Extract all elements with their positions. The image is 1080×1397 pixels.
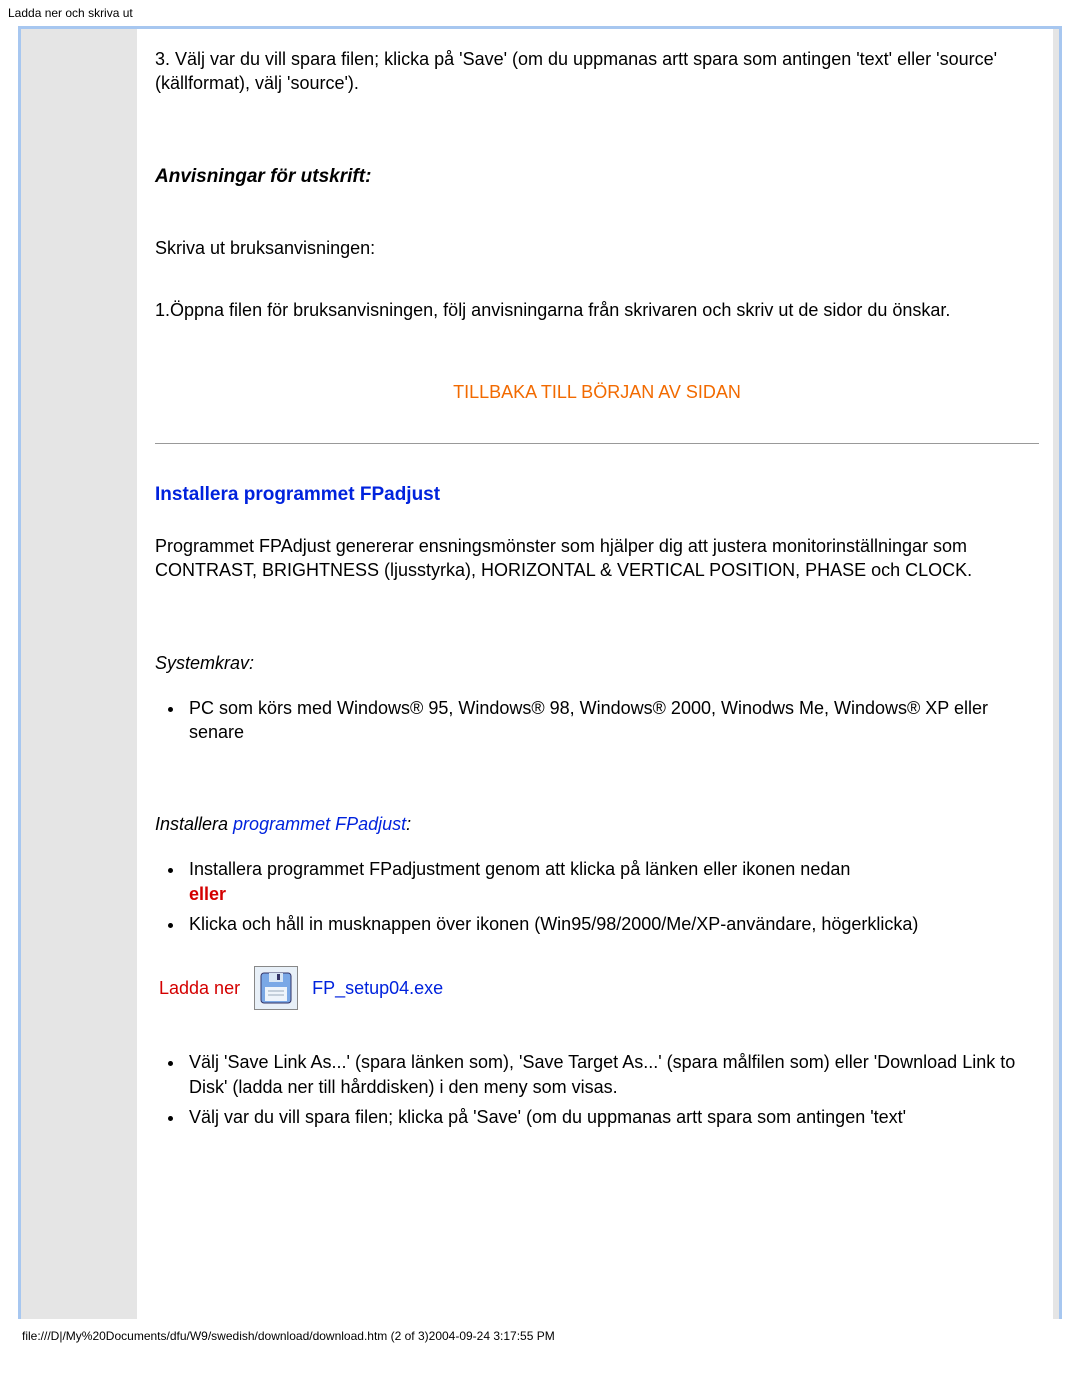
back-to-top-link[interactable]: TILLBAKA TILL BÖRJAN AV SIDAN	[155, 382, 1039, 403]
page-header: Ladda ner och skriva ut	[0, 0, 1080, 22]
list-item: Installera programmet FPadjustment genom…	[185, 857, 1039, 906]
back-to-top-text: TILLBAKA TILL BÖRJAN AV SIDAN	[453, 382, 741, 402]
install-prefix: Installera	[155, 814, 233, 834]
footer-text: file:///D|/My%20Documents/dfu/W9/swedish…	[22, 1329, 555, 1343]
download-file-link[interactable]: FP_setup04.exe	[312, 978, 443, 999]
print-line-2: 1.Öppna filen för bruksanvisningen, följ…	[155, 298, 1039, 322]
intro-step-3: 3. Välj var du vill spara filen; klicka …	[155, 47, 1039, 96]
content-area: 3. Välj var du vill spara filen; klicka …	[137, 29, 1053, 1319]
post-bullet-0: Välj 'Save Link As...' (spara länken som…	[189, 1052, 1015, 1096]
download-label: Ladda ner	[159, 978, 240, 999]
eller-text: eller	[189, 884, 226, 904]
sysreq-list: PC som körs med Windows® 95, Windows® 98…	[185, 696, 1039, 745]
sysreq-item-text: PC som körs med Windows® 95, Windows® 98…	[189, 698, 988, 742]
fpadjust-heading: Installera programmet FPadjust	[155, 484, 1039, 506]
outer-frame: 3. Välj var du vill spara filen; klicka …	[18, 26, 1062, 1319]
install-bullet-b: Klicka och håll in musknappen över ikone…	[189, 914, 918, 934]
list-item: Välj var du vill spara filen; klicka på …	[185, 1105, 1039, 1129]
post-bullet-1: Välj var du vill spara filen; klicka på …	[189, 1107, 906, 1127]
post-download-list: Välj 'Save Link As...' (spara länken som…	[185, 1050, 1039, 1129]
download-row: Ladda ner FP_setup04.exe	[159, 966, 1039, 1010]
sysreq-heading: Systemkrav:	[155, 653, 1039, 674]
floppy-disk-icon[interactable]	[254, 966, 298, 1010]
install-list: Installera programmet FPadjustment genom…	[185, 857, 1039, 936]
install-bullet-a: Installera programmet FPadjustment genom…	[189, 859, 850, 879]
list-item: PC som körs med Windows® 95, Windows® 98…	[185, 696, 1039, 745]
install-heading: Installera programmet FPadjust:	[155, 814, 1039, 835]
print-heading: Anvisningar för utskrift:	[155, 166, 1039, 188]
divider	[155, 443, 1039, 444]
install-suffix: :	[406, 814, 411, 834]
page-header-title: Ladda ner och skriva ut	[8, 6, 133, 20]
footer-path: file:///D|/My%20Documents/dfu/W9/swedish…	[0, 1319, 1080, 1351]
install-link[interactable]: programmet FPadjust	[233, 814, 406, 834]
list-item: Välj 'Save Link As...' (spara länken som…	[185, 1050, 1039, 1099]
fpadjust-desc: Programmet FPAdjust genererar ensningsmö…	[155, 534, 1039, 583]
list-item: Klicka och håll in musknappen över ikone…	[185, 912, 1039, 936]
print-line-1: Skriva ut bruksanvisningen:	[155, 236, 1039, 260]
